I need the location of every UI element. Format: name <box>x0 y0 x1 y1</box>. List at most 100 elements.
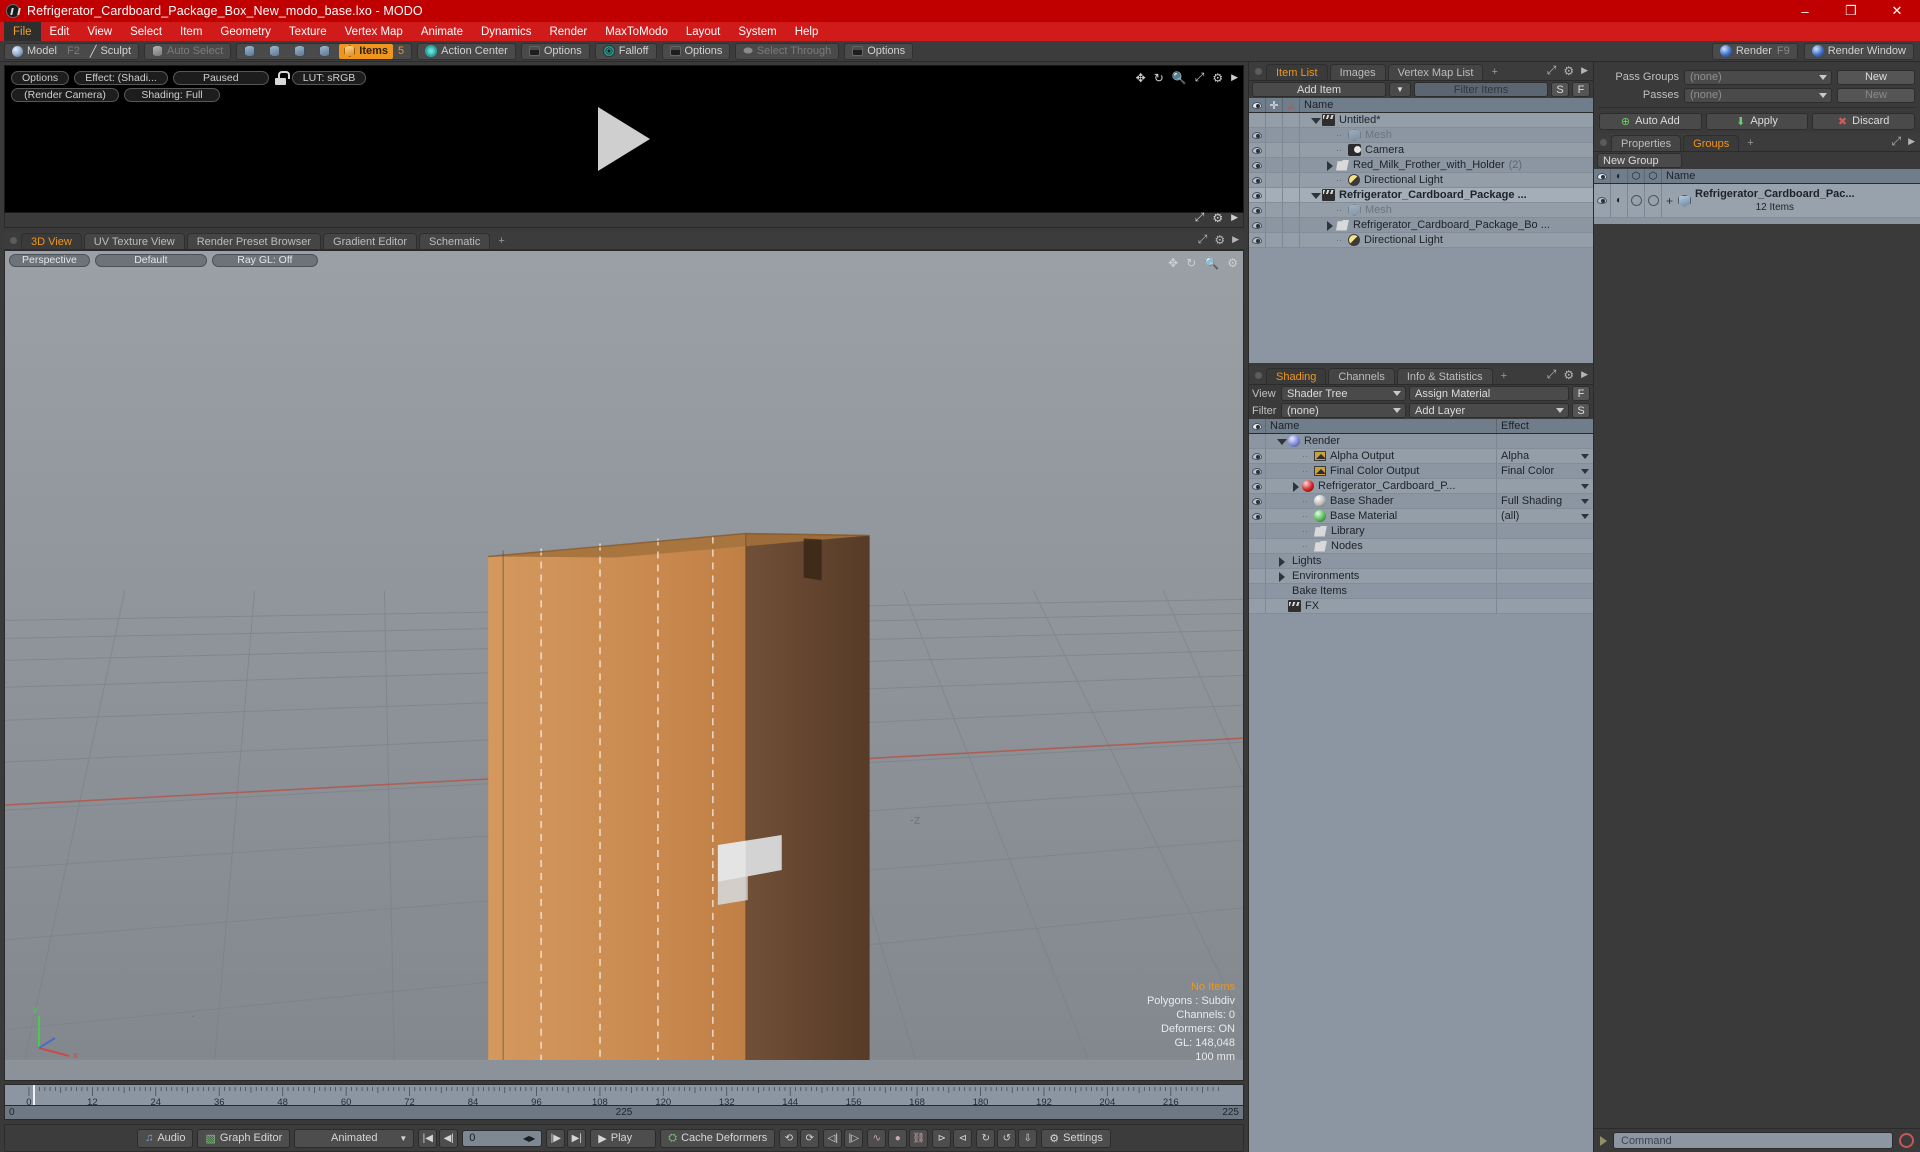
chevron-down-icon[interactable] <box>1581 483 1589 489</box>
effect-cell[interactable] <box>1496 599 1593 613</box>
fit-icon[interactable]: ⤢ <box>1547 63 1557 78</box>
viewport-tool-icons[interactable]: ✥ ↻ 🔍 ⚙ <box>1168 256 1238 270</box>
shading-filter-row[interactable]: Filter (none) Add Layer S <box>1249 402 1593 419</box>
menu-item-system[interactable]: System <box>729 22 785 41</box>
graph-editor-button[interactable]: ▧ Graph Editor <box>197 1128 291 1148</box>
row-axis-cell[interactable] <box>1283 128 1300 142</box>
render-shading-button[interactable]: Shading: Full <box>124 88 220 102</box>
rotate-icon[interactable]: ↻ <box>1186 256 1196 270</box>
table-row[interactable]: Bake Items <box>1249 584 1593 599</box>
tab-shading[interactable]: Shading <box>1266 368 1327 384</box>
next-frame-icon[interactable]: |▶ <box>546 1128 566 1148</box>
table-row[interactable]: Untitled* <box>1249 113 1593 128</box>
table-row[interactable]: ·· Nodes <box>1249 539 1593 554</box>
effect-cell[interactable] <box>1496 434 1593 448</box>
fit-icon[interactable]: ⤢ <box>1195 70 1205 85</box>
zoom-icon[interactable]: 🔍 <box>1204 256 1219 270</box>
row-add-cell[interactable] <box>1266 233 1283 247</box>
render-effect-button[interactable]: Effect: (Shadi... <box>74 71 168 85</box>
passes-new-button[interactable]: New <box>1837 87 1915 103</box>
viewport-projection-button[interactable]: Perspective <box>9 253 90 267</box>
frame-spinner-icon[interactable]: ◀▶ <box>523 1134 535 1143</box>
menu-item-vertex-map[interactable]: Vertex Map <box>336 22 412 41</box>
table-row[interactable]: ·· Mesh <box>1249 128 1593 143</box>
add-tab-button[interactable]: + <box>492 233 510 249</box>
fit-icon[interactable]: ⤢ <box>1198 232 1208 247</box>
render-preview-bottom-icons[interactable]: ⤢ ⚙ ▶ <box>1195 210 1238 225</box>
groups-tab-icons[interactable]: ⤢ ▶ <box>1891 134 1915 149</box>
eye-icon[interactable] <box>1252 221 1262 229</box>
twist-closed-icon[interactable] <box>1324 160 1334 171</box>
link-icon[interactable]: ⛓ <box>909 1128 929 1148</box>
shading-filter-dropdown[interactable]: (none) <box>1281 403 1406 418</box>
playback-bar[interactable]: ♫ Audio ▧ Graph Editor Animated ▼ |◀ ◀| 0 … <box>4 1124 1244 1152</box>
menu-item-animate[interactable]: Animate <box>412 22 472 41</box>
component-mode-group[interactable]: Items 5 <box>236 42 413 60</box>
col-eye-header[interactable] <box>1249 98 1266 112</box>
add-tab-button[interactable]: + <box>1495 368 1513 384</box>
play-button[interactable]: ▶ Play <box>590 1128 657 1148</box>
tab-uv-texture-view[interactable]: UV Texture View <box>83 233 185 249</box>
row-axis-cell[interactable] <box>1283 188 1300 202</box>
effect-cell[interactable] <box>1496 539 1593 553</box>
table-row[interactable]: Refrigerator_Cardboard_P... <box>1249 479 1593 494</box>
chevron-down-icon[interactable] <box>1581 513 1589 519</box>
row-eye-cell[interactable] <box>1249 449 1266 463</box>
render-options-button[interactable]: Options <box>11 71 70 85</box>
key-tools-group-3[interactable]: ∿ ● ⛓ <box>867 1128 929 1148</box>
table-row[interactable]: FX <box>1249 599 1593 614</box>
col-eye-header[interactable] <box>1594 169 1611 183</box>
table-row[interactable]: Refrigerator_Cardboard_Package ... <box>1249 188 1593 203</box>
table-row[interactable]: ·· Directional Light <box>1249 233 1593 248</box>
chevron-right-icon[interactable]: ▶ <box>1232 234 1239 245</box>
loop-icon[interactable]: ↺ <box>997 1128 1017 1148</box>
eye-icon[interactable] <box>1252 512 1262 520</box>
twist-open-icon[interactable] <box>1310 115 1321 125</box>
play-triangle-icon[interactable] <box>598 107 650 171</box>
select-through-options-button[interactable]: Options <box>847 44 910 59</box>
row-eye-cell[interactable] <box>1249 509 1266 523</box>
shading-tab-icons[interactable]: ⤢ ⚙ ▶ <box>1547 367 1588 382</box>
material-mode-button[interactable] <box>314 44 339 59</box>
effect-cell[interactable] <box>1496 479 1593 493</box>
key-tools-group-4[interactable]: ⊳ ⊲ <box>932 1128 973 1148</box>
key-prev-icon[interactable]: ⟲ <box>779 1128 799 1148</box>
row-shadow-cell[interactable] <box>1645 183 1662 218</box>
gear-icon[interactable]: ⚙ <box>1563 64 1574 78</box>
twist-closed-icon[interactable] <box>1276 571 1286 582</box>
eye-icon[interactable] <box>1252 497 1262 505</box>
pass-actions-row[interactable]: ⊕ Auto Add ⬇ Apply ✖ Discard <box>1594 111 1920 131</box>
add-layer-dropdown[interactable]: Add Layer <box>1409 403 1569 418</box>
row-eye-cell[interactable] <box>1249 143 1266 157</box>
shader-name-cell[interactable]: Environments <box>1266 570 1496 582</box>
item-name-cell[interactable]: ·· Mesh <box>1300 204 1593 216</box>
timeline-ruler[interactable]: 0 12 24 36 48 60 72 84 96 108 120 132 144 156 168 180 19… <box>4 1084 1244 1106</box>
chevron-down-icon[interactable] <box>1581 453 1589 459</box>
item-name-cell[interactable]: ·· Directional Light <box>1300 234 1593 246</box>
shader-name-cell[interactable]: ·· Final Color Output <box>1266 465 1496 477</box>
item-list-tree[interactable]: Untitled* ·· Mesh ·· Camera Red_Milk_Frother_… <box>1249 113 1593 363</box>
table-row[interactable]: ·· Camera <box>1249 143 1593 158</box>
row-axis-cell[interactable] <box>1283 218 1300 232</box>
playhead[interactable] <box>33 1085 35 1105</box>
eye-icon[interactable] <box>1252 176 1262 184</box>
discard-button[interactable]: ✖ Discard <box>1812 112 1916 130</box>
record-icon[interactable] <box>1899 1133 1914 1148</box>
render-window-button[interactable]: Render Window <box>1807 44 1911 59</box>
selection-group[interactable]: Auto Select <box>144 42 232 60</box>
effect-cell[interactable] <box>1496 524 1593 538</box>
bake-icon[interactable]: ⇩ <box>1018 1128 1038 1148</box>
chevron-down-icon[interactable] <box>1581 468 1589 474</box>
eye-icon[interactable] <box>1252 467 1262 475</box>
gear-icon[interactable]: ⚙ <box>1563 368 1574 382</box>
eye-icon[interactable] <box>1252 452 1262 460</box>
menu-item-item[interactable]: Item <box>171 22 211 41</box>
action-center-button[interactable]: Action Center <box>420 44 513 59</box>
minimize-button[interactable]: – <box>1782 0 1828 22</box>
assign-material-button[interactable]: Assign Material <box>1409 386 1569 401</box>
twist-closed-icon[interactable] <box>1276 556 1286 567</box>
row-eye-cell[interactable] <box>1249 494 1266 508</box>
prev-frame-icon[interactable]: ◀| <box>439 1128 459 1148</box>
menu-item-layout[interactable]: Layout <box>677 22 730 41</box>
tab-groups[interactable]: Groups <box>1683 135 1740 151</box>
